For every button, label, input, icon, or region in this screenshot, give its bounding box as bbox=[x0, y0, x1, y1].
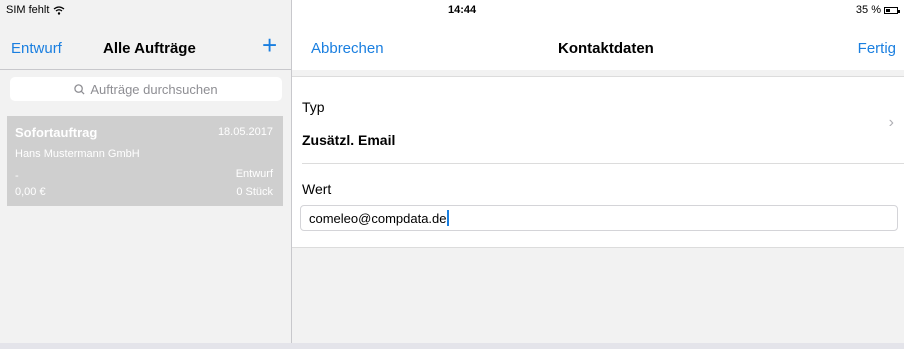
value-input[interactable]: comeleo@compdata.de bbox=[300, 205, 898, 231]
search-placeholder: Aufträge durchsuchen bbox=[90, 81, 218, 97]
list-item-order[interactable]: Sofortauftrag 18.05.2017 Hans Mustermann… bbox=[7, 116, 283, 206]
status-bar: SIM fehlt 14:44 35 % bbox=[0, 0, 904, 20]
wifi-icon bbox=[54, 5, 65, 15]
divider bbox=[302, 163, 904, 164]
order-list-pane: Entwurf Alle Aufträge + Aufträge durchsu… bbox=[0, 0, 291, 349]
contact-form: Typ Zusätzl. Email › Wert comeleo@compda… bbox=[292, 70, 904, 343]
order-customer: Hans Mustermann GmbH bbox=[15, 148, 140, 160]
type-value: Zusätzl. Email bbox=[302, 132, 396, 148]
right-navbar: Abbrechen Kontaktdaten Fertig bbox=[292, 20, 904, 70]
order-status: Entwurf bbox=[235, 168, 273, 180]
type-row[interactable]: Typ Zusätzl. Email › bbox=[292, 77, 904, 163]
value-label: Wert bbox=[302, 181, 332, 197]
clock: 14:44 bbox=[448, 4, 477, 16]
order-dash: - bbox=[15, 170, 19, 182]
text-cursor bbox=[446, 210, 449, 226]
cancel-button[interactable]: Abbrechen bbox=[311, 40, 384, 57]
left-page-title: Alle Aufträge bbox=[103, 40, 196, 57]
battery-icon bbox=[884, 6, 900, 14]
order-quantity: 0 Stück bbox=[236, 186, 273, 198]
order-title: Sofortauftrag bbox=[15, 125, 98, 140]
value-input-text: comeleo@compdata.de bbox=[309, 210, 447, 226]
carrier-label: SIM fehlt bbox=[6, 4, 50, 16]
order-price: 0,00 € bbox=[15, 186, 46, 198]
page-title: Kontaktdaten bbox=[558, 40, 654, 57]
battery-percent: 35 % bbox=[855, 4, 881, 16]
draft-back-button[interactable]: Entwurf bbox=[11, 40, 62, 57]
bottom-bar bbox=[0, 343, 904, 349]
form-card: Typ Zusätzl. Email › Wert comeleo@compda… bbox=[292, 76, 904, 248]
search-icon bbox=[74, 83, 85, 95]
chevron-right-icon: › bbox=[888, 114, 894, 131]
left-navbar: Entwurf Alle Aufträge + bbox=[0, 20, 291, 70]
plus-icon[interactable]: + bbox=[262, 32, 277, 58]
order-date: 18.05.2017 bbox=[217, 126, 273, 138]
search-input[interactable]: Aufträge durchsuchen bbox=[10, 77, 282, 101]
done-button[interactable]: Fertig bbox=[858, 40, 896, 57]
type-label: Typ bbox=[302, 99, 325, 115]
